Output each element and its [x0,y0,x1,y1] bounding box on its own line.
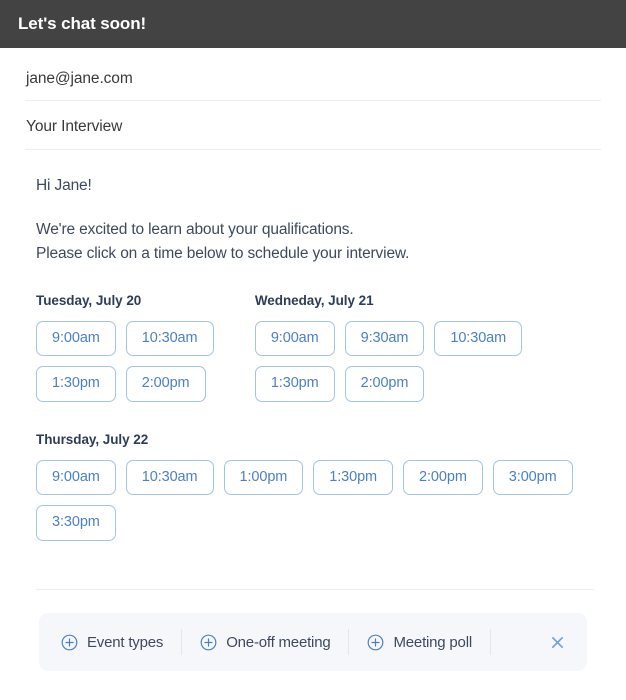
time-slot-button[interactable]: 1:30pm [254,366,335,402]
slot-grid-wednesday: 9:00am 9:30am 10:30am 1:30pm 2:00pm [254,320,590,402]
message-greeting: Hi Jane! [36,177,92,194]
toolbar-divider [36,589,595,590]
availability-section: Tuesday, July 20 9:00am 10:30am 1:30pm 2… [0,293,626,541]
time-slot-button[interactable]: 2:00pm [125,366,206,402]
toolbar-item-one-off-meeting[interactable]: One-off meeting [182,634,348,651]
message-line-2: Please click on a time below to schedule… [36,245,410,263]
plus-circle-icon [200,634,217,651]
window-header: Let's chat soon! [0,0,626,48]
recipient-field[interactable]: jane@jane.com [25,48,601,101]
message-line-1: We're excited to learn about your qualif… [36,220,354,238]
time-slot-button[interactable]: 1:00pm [223,459,304,496]
toolbar-item-event-types[interactable]: Event types [39,634,181,651]
day-group-tuesday: Tuesday, July 20 9:00am 10:30am 1:30pm 2… [36,293,255,402]
plus-circle-icon [367,634,384,651]
toolbar-item-meeting-poll[interactable]: Meeting poll [349,634,489,651]
toolbar-item-label: One-off meeting [226,633,331,651]
time-slot-button[interactable]: 9:00am [254,320,335,357]
day-heading-wednesday: Wedneday, July 21 [254,292,374,308]
time-slot-button[interactable]: 9:30am [344,320,425,357]
time-slot-button[interactable]: 2:00pm [403,459,483,496]
time-slot-button[interactable]: 1:30pm [313,459,394,496]
day-heading-tuesday: Tuesday, July 20 [36,292,142,308]
day-heading-thursday: Thursday, July 22 [36,431,149,447]
day-row-top: Tuesday, July 20 9:00am 10:30am 1:30pm 2… [36,293,590,402]
subject-field[interactable]: Your Interview [25,101,601,150]
insert-toolbar: Event types One-off meeting Meeting poll [39,613,587,671]
toolbar-item-label: Event types [87,633,164,651]
time-slot-button[interactable]: 3:00pm [492,459,573,496]
slot-grid-tuesday: 9:00am 10:30am 1:30pm 2:00pm [36,320,255,402]
subject-value: Your Interview [26,118,123,135]
recipient-value: jane@jane.com [26,70,133,87]
page-title: Let's chat soon! [18,14,147,33]
time-slot-button[interactable]: 2:00pm [344,366,425,402]
time-slot-button[interactable]: 10:30am [434,320,523,357]
day-group-thursday: Thursday, July 22 9:00am 10:30am 1:00pm … [36,432,590,541]
day-group-wednesday: Wedneday, July 21 9:00am 9:30am 10:30am … [254,292,590,402]
toolbar-item-label: Meeting poll [393,633,472,651]
time-slot-button[interactable]: 9:00am [36,459,116,496]
slot-grid-thursday: 9:00am 10:30am 1:00pm 1:30pm 2:00pm 3:00… [36,459,590,541]
toolbar-separator [489,629,491,655]
close-icon [552,636,563,648]
time-slot-button[interactable]: 10:30am [125,320,214,357]
plus-circle-icon [61,634,78,651]
time-slot-button[interactable]: 9:00am [36,320,116,357]
time-slot-button[interactable]: 1:30pm [36,366,116,402]
message-body: Hi Jane! We're excited to learn about yo… [0,150,626,267]
time-slot-button[interactable]: 3:30pm [36,505,116,541]
toolbar-close-button[interactable] [534,635,587,650]
time-slot-button[interactable]: 10:30am [125,459,214,496]
